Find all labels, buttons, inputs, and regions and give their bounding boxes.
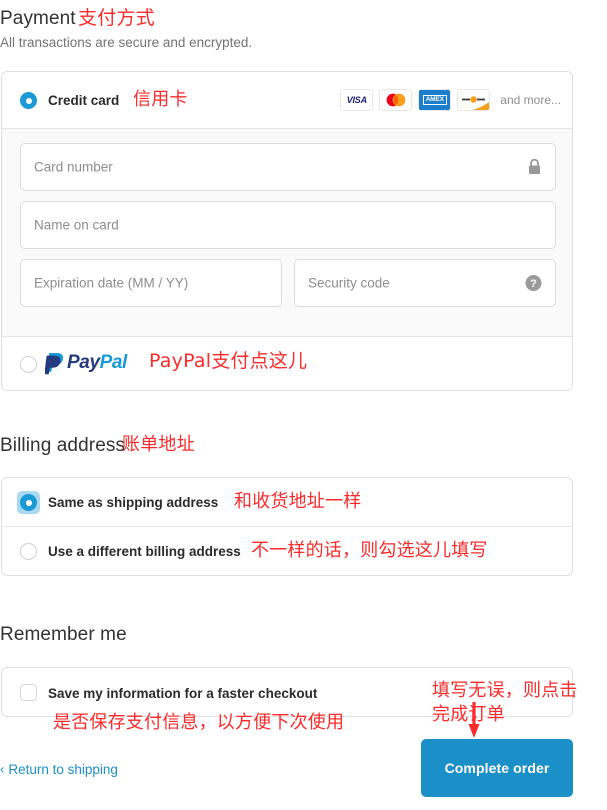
security-code-input[interactable]: Security code ? <box>294 259 556 307</box>
credit-card-fields: Card number Name on card Expiration date… <box>2 129 572 337</box>
security-code-placeholder: Security code <box>308 275 390 291</box>
payment-subtitle: All transactions are secure and encrypte… <box>0 35 253 50</box>
return-to-shipping-label: Return to shipping <box>8 762 118 777</box>
expiration-date-input[interactable]: Expiration date (MM / YY) <box>20 259 282 307</box>
paypal-logo-pay: Pay <box>67 352 100 373</box>
chevron-left-icon: ‹ <box>0 761 5 777</box>
billing-address-panel: Same as shipping address 和收货地址一样 Use a d… <box>1 477 573 576</box>
payment-heading-annotation: 支付方式 <box>78 7 155 29</box>
help-circle-icon[interactable]: ? <box>525 275 542 292</box>
payment-heading: Payment <box>0 8 76 29</box>
credit-card-label: Credit card <box>48 93 120 108</box>
billing-different-annotation: 不一样的话，则勾选这儿填写 <box>251 540 488 561</box>
remember-me-heading: Remember me <box>0 624 127 645</box>
paypal-logo-pal: Pal <box>99 352 128 373</box>
card-number-placeholder: Card number <box>34 159 113 175</box>
save-info-checkbox[interactable] <box>20 684 37 701</box>
billing-address-heading: Billing address <box>0 435 126 456</box>
return-to-shipping-link[interactable]: ‹ Return to shipping <box>0 762 118 777</box>
card-number-input[interactable]: Card number <box>20 143 556 191</box>
card-brand-list: VISA AMEX and more... <box>340 89 561 111</box>
billing-same-label: Same as shipping address <box>48 495 219 510</box>
paypal-logo: Pay Pal <box>45 350 127 376</box>
complete-order-button[interactable]: Complete order <box>421 739 573 797</box>
payment-checkout-page: Payment 支付方式 All transactions are secure… <box>0 0 607 810</box>
billing-same-radio-focus-ring <box>17 491 40 514</box>
billing-same-radio[interactable] <box>20 494 37 511</box>
mastercard-icon <box>379 89 413 111</box>
payment-methods-panel: Credit card 信用卡 VISA AMEX and more... Ca… <box>1 71 573 391</box>
discover-icon <box>457 89 491 111</box>
lock-icon <box>527 158 542 176</box>
billing-different-label: Use a different billing address <box>48 544 241 559</box>
visa-icon: VISA <box>340 89 374 111</box>
amex-icon: AMEX <box>418 89 452 111</box>
and-more-label: and more... <box>500 93 561 107</box>
paypal-annotation: PayPal支付点这儿 <box>149 350 308 372</box>
paypal-radio[interactable] <box>20 356 37 373</box>
remember-me-annotation: 是否保存支付信息，以方便下次使用 <box>53 712 345 733</box>
billing-option-same-as-shipping[interactable]: Same as shipping address 和收货地址一样 <box>2 478 572 527</box>
svg-text:?: ? <box>530 278 537 290</box>
credit-card-radio[interactable] <box>20 92 37 109</box>
name-on-card-input[interactable]: Name on card <box>20 201 556 249</box>
save-info-label: Save my information for a faster checkou… <box>48 686 318 701</box>
billing-same-annotation: 和收货地址一样 <box>234 491 362 512</box>
name-on-card-placeholder: Name on card <box>34 217 119 233</box>
billing-option-different-address[interactable]: Use a different billing address 不一样的话，则勾… <box>2 527 572 575</box>
billing-different-radio[interactable] <box>20 543 37 560</box>
billing-address-heading-annotation: 账单地址 <box>122 434 195 455</box>
expiration-date-placeholder: Expiration date (MM / YY) <box>34 275 189 291</box>
credit-card-annotation: 信用卡 <box>133 89 188 110</box>
paypal-option-row[interactable]: Pay Pal PayPal支付点这儿 <box>2 337 572 390</box>
submit-annotation-line1: 填写无误，则点击 <box>432 680 578 701</box>
credit-card-option-row[interactable]: Credit card 信用卡 VISA AMEX and more... <box>2 72 572 129</box>
